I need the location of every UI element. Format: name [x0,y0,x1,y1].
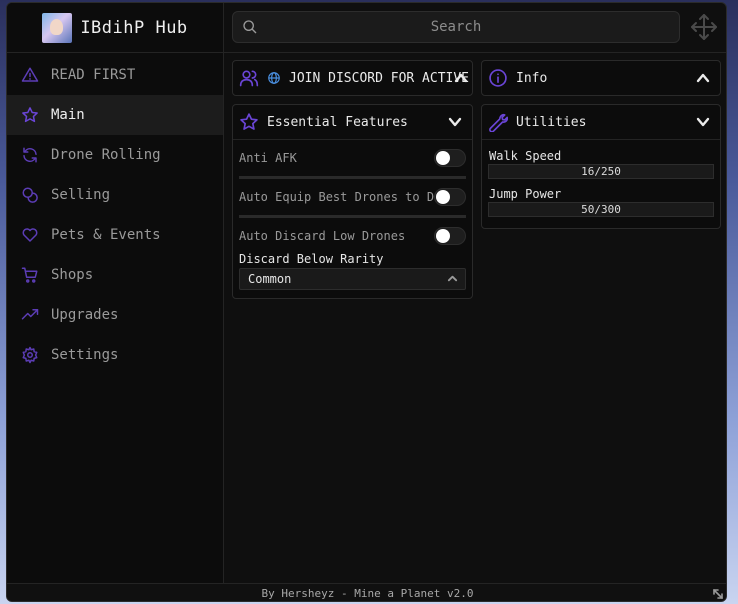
header-divider [224,52,726,53]
sidebar-item-label: Shops [51,267,94,283]
utilities-title: Utilities [516,114,587,130]
search-bar[interactable]: Search [232,11,680,43]
sidebar-item-label: Drone Rolling [51,147,161,163]
heart-icon [21,226,39,244]
hub-window: IBdihP Hub READ FIRST Main Drone Rolling [6,2,727,602]
divider [239,215,466,218]
sidebar-item-label: Main [51,107,85,123]
sidebar-item-settings[interactable]: Settings [7,335,223,375]
move-icon[interactable] [689,12,719,46]
brand-header: IBdihP Hub [7,3,223,53]
jump-power-slider[interactable]: 50/300 [488,202,714,217]
refresh-icon [21,146,39,164]
sidebar-nav: READ FIRST Main Drone Rolling Selling Pe… [7,53,223,375]
search-icon [242,19,258,39]
chevron-down-icon[interactable] [448,115,462,133]
sidebar-item-main[interactable]: Main [7,95,223,135]
users-icon [239,70,259,87]
sidebar-item-upgrades[interactable]: Upgrades [7,295,223,335]
sidebar-item-label: Settings [51,347,119,363]
chevron-up-icon[interactable] [696,71,710,89]
essential-features-title: Essential Features [267,114,408,130]
sidebar-item-label: Upgrades [51,307,119,323]
trending-up-icon [21,306,39,324]
coins-icon [21,186,39,204]
utilities-card: Utilities Walk Speed 16/250 Jump Power 5… [481,104,721,229]
auto-discard-toggle[interactable] [434,227,466,245]
discord-card-header[interactable]: JOIN DISCORD FOR ACTIVE [233,61,472,95]
sidebar-item-selling[interactable]: Selling [7,175,223,215]
discord-card[interactable]: JOIN DISCORD FOR ACTIVE [232,60,473,96]
star-icon [21,106,39,124]
footer: By Hersheyz - Mine a Planet v2.0 [7,583,726,601]
walk-speed-slider[interactable]: 16/250 [488,164,714,179]
divider [239,176,466,179]
star-icon [240,113,258,130]
toggle-label: Auto Equip Best Drones to Do [239,190,442,204]
chevron-up-icon [447,273,458,287]
chevron-down-icon[interactable] [696,115,710,133]
app-title: IBdihP Hub [80,17,188,38]
avatar [42,12,73,43]
wrench-icon [489,113,508,132]
slider-label: Jump Power [489,187,562,201]
sidebar-item-pets-events[interactable]: Pets & Events [7,215,223,255]
sidebar-item-shops[interactable]: Shops [7,255,223,295]
rarity-dropdown[interactable]: Common [239,268,466,290]
dropdown-value: Common [248,272,292,286]
utilities-body: Walk Speed 16/250 Jump Power 50/300 [482,139,720,223]
globe-icon [268,72,280,84]
footer-text: By Hersheyz - Mine a Planet v2.0 [261,587,474,600]
toggle-row-auto-equip[interactable]: Auto Equip Best Drones to Do [239,181,466,213]
essential-features-header[interactable]: Essential Features [233,105,472,139]
toggle-row-anti-afk[interactable]: Anti AFK [239,142,466,174]
gear-icon [21,346,39,364]
utilities-header[interactable]: Utilities [482,105,720,139]
sidebar-item-drone-rolling[interactable]: Drone Rolling [7,135,223,175]
info-card[interactable]: Info [481,60,721,96]
auto-equip-toggle[interactable] [434,188,466,206]
toggle-row-auto-discard[interactable]: Auto Discard Low Drones [239,220,466,252]
info-icon [489,69,507,87]
essential-features-card: Essential Features Anti AFK Auto Equip B… [232,104,473,299]
info-card-title: Info [516,70,548,86]
resize-icon[interactable] [712,587,724,601]
chevron-up-icon[interactable] [454,71,468,89]
anti-afk-toggle[interactable] [434,149,466,167]
search-input[interactable]: Search [233,19,679,35]
cart-icon [21,266,39,284]
toggle-label: Auto Discard Low Drones [239,229,406,243]
slider-value: 16/250 [581,165,621,178]
slider-label: Walk Speed [489,149,562,163]
sidebar-item-label: Pets & Events [51,227,161,243]
warning-triangle-icon [21,66,39,84]
sidebar-item-read-first[interactable]: READ FIRST [7,55,223,95]
discord-card-title: JOIN DISCORD FOR ACTIVE [289,70,470,86]
dropdown-label: Discard Below Rarity [239,252,384,266]
toggle-label: Anti AFK [239,151,297,165]
sidebar-item-label: READ FIRST [51,67,136,83]
slider-value: 50/300 [581,203,621,216]
sidebar-item-label: Selling [51,187,111,203]
info-card-header[interactable]: Info [482,61,720,95]
sidebar: IBdihP Hub READ FIRST Main Drone Rolling [7,3,224,583]
essential-features-body: Anti AFK Auto Equip Best Drones to Do Au… [233,139,472,296]
